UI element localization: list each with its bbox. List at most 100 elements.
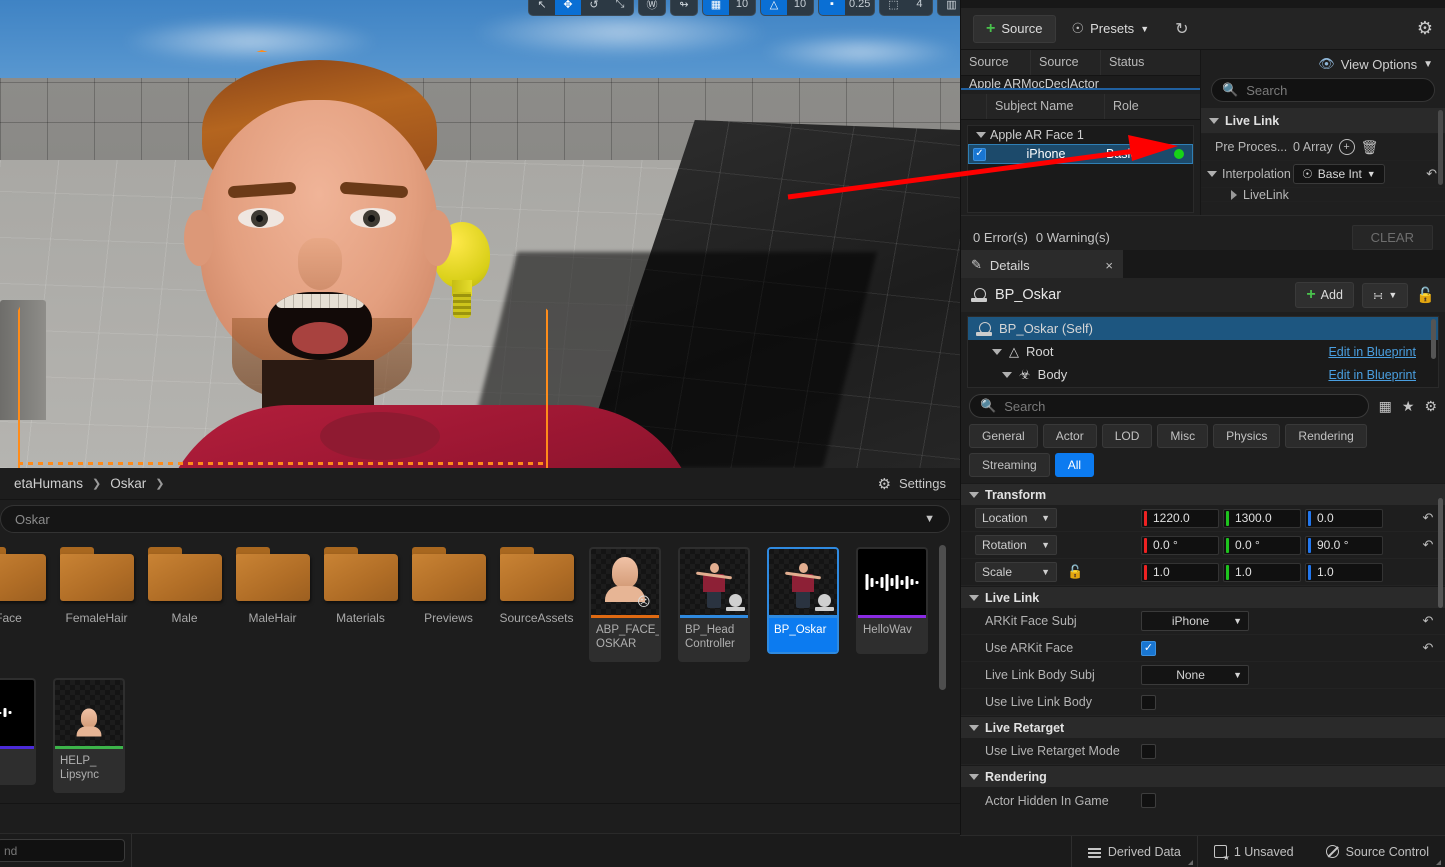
- rotation-z-field[interactable]: 90.0 °: [1305, 535, 1383, 555]
- subject-enabled-checkbox[interactable]: ✓: [973, 147, 986, 161]
- asset-card[interactable]: HELP_ Lipsync: [53, 677, 125, 793]
- viewport-toolbar[interactable]: ↖ ✥ ↺ ⤡ Ⓦ ↬ ▦ 10 △ 10 ▪ 0.25 ⬚ 4 ▥: [528, 0, 960, 16]
- presets-button[interactable]: ☉ Presets ▼: [1070, 15, 1162, 42]
- subject-row-iphone[interactable]: ✓ iPhone Basic: [968, 144, 1193, 164]
- column-view-icon[interactable]: ▦: [1379, 398, 1392, 415]
- angle-snap-icon[interactable]: △: [761, 0, 787, 15]
- filter-all[interactable]: All: [1054, 453, 1095, 477]
- asset-card-selected[interactable]: BP_Oskar: [767, 547, 839, 654]
- world-coords-icon[interactable]: Ⓦ: [639, 0, 665, 15]
- tree-row-root[interactable]: △ Root Edit in Blueprint: [968, 340, 1438, 363]
- details-scrollbar[interactable]: [1438, 498, 1443, 608]
- reset-arrow-icon[interactable]: ↶: [1426, 166, 1437, 182]
- section-transform[interactable]: Transform: [961, 483, 1445, 505]
- chevron-right-icon[interactable]: [1231, 189, 1237, 200]
- location-y-field[interactable]: 1300.0: [1223, 508, 1301, 528]
- move-gizmo-icon[interactable]: ✥: [555, 0, 581, 15]
- camera-speed-icon[interactable]: ⬚: [880, 0, 906, 15]
- asset-card[interactable]: BP_Head Controller: [678, 547, 750, 662]
- layout-icon[interactable]: ▥: [938, 0, 960, 15]
- actor-hidden-checkbox[interactable]: [1141, 793, 1156, 808]
- metahuman-character-actor[interactable]: [150, 60, 700, 468]
- tree-scrollbar[interactable]: [1431, 319, 1436, 359]
- content-browser-settings-button[interactable]: ⚙ Settings: [878, 475, 946, 493]
- content-browser-scrollbar[interactable]: [939, 545, 946, 690]
- interpolation-combo[interactable]: ☉ Base Int ▼: [1293, 164, 1385, 184]
- use-arkit-face-checkbox[interactable]: ✓: [1141, 640, 1156, 656]
- rotation-mode-combo[interactable]: Rotation ▼: [975, 535, 1057, 555]
- tab-details[interactable]: ✎ Details ×: [961, 250, 1123, 278]
- folder-item-femalehair[interactable]: FemaleHair: [53, 541, 140, 625]
- section-live-retarget[interactable]: Live Retarget: [961, 716, 1445, 738]
- use-livelink-body-checkbox[interactable]: [1141, 694, 1156, 710]
- asset-item-hellowav[interactable]: HelloWav: [848, 541, 936, 654]
- scale-z-field[interactable]: 1.0: [1305, 562, 1383, 582]
- location-z-field[interactable]: 0.0: [1305, 508, 1383, 528]
- rotation-y-field[interactable]: 0.0 °: [1223, 535, 1301, 555]
- use-arkit-face-reset-icon[interactable]: ↶: [1411, 640, 1445, 656]
- add-source-button[interactable]: + Source: [973, 14, 1056, 43]
- filter-lod[interactable]: LOD: [1101, 424, 1153, 448]
- source-row[interactable]: Apple ARMocDeclActor: [961, 76, 1200, 90]
- location-mode-combo[interactable]: Location ▼: [975, 508, 1057, 528]
- folder-item-materials[interactable]: Materials: [317, 541, 404, 625]
- tree-row-body[interactable]: ☣ Body Edit in Blueprint: [968, 363, 1438, 386]
- asset-card[interactable]: HelloWav: [856, 547, 928, 654]
- scale-snap-icon[interactable]: ▪: [819, 0, 845, 15]
- select-arrow-icon[interactable]: ↖: [529, 0, 555, 15]
- status-derived-data[interactable]: Derived Data: [1072, 836, 1197, 867]
- asset-card[interactable]: p: [0, 677, 36, 785]
- filter-rendering[interactable]: Rendering: [1285, 424, 1367, 448]
- section-rendering[interactable]: Rendering: [961, 765, 1445, 787]
- folder-item-male[interactable]: Male: [141, 541, 228, 625]
- section-live-link[interactable]: Live Link: [961, 586, 1445, 608]
- gear-icon[interactable]: ⚙: [1417, 18, 1433, 39]
- toolbar-value-3[interactable]: 10: [729, 0, 755, 15]
- arkit-face-reset-icon[interactable]: ↶: [1411, 613, 1445, 629]
- filter-general[interactable]: General: [969, 424, 1038, 448]
- livelink-body-subject-combo[interactable]: None ▼: [1141, 665, 1249, 685]
- status-source-control[interactable]: Source Control: [1310, 836, 1445, 867]
- view-options-button[interactable]: 👁 View Options ▼: [1201, 50, 1445, 78]
- scale-x-field[interactable]: 1.0: [1141, 562, 1219, 582]
- clear-button[interactable]: CLEAR: [1351, 224, 1433, 250]
- details-search-input[interactable]: 🔍 Search: [969, 394, 1369, 418]
- folder-item-sourceassets[interactable]: SourceAssets: [493, 541, 580, 625]
- chevron-down-icon[interactable]: [1002, 371, 1012, 378]
- filter-misc[interactable]: Misc: [1157, 424, 1209, 448]
- filter-actor[interactable]: Actor: [1042, 424, 1097, 448]
- livelink-section-header[interactable]: Live Link: [1201, 108, 1445, 134]
- breadcrumb-item-metahumans[interactable]: etaHumans: [14, 476, 83, 491]
- asset-card[interactable]: ☹ ABP_FACE_ OSKAR: [589, 547, 661, 662]
- breadcrumb-item-oskar[interactable]: Oskar: [110, 476, 146, 491]
- plus-circle-icon[interactable]: +: [1338, 139, 1355, 155]
- surface-snap-icon[interactable]: ↬: [671, 0, 697, 15]
- asset-item-bp-oskar[interactable]: BP_Oskar: [759, 541, 847, 654]
- toolbar-value-4[interactable]: 10: [787, 0, 813, 15]
- grid-snap-icon[interactable]: ▦: [703, 0, 729, 15]
- live-link-scrollbar[interactable]: [1438, 110, 1443, 185]
- folder-item-face[interactable]: Face: [0, 541, 52, 625]
- toolbar-value-6[interactable]: 4: [906, 0, 932, 15]
- unlock-icon[interactable]: 🔓: [1416, 286, 1435, 304]
- rotate-gizmo-icon[interactable]: ↺: [581, 0, 607, 15]
- asset-item-bp-headcontroller[interactable]: BP_Head Controller: [670, 541, 758, 662]
- refresh-icon[interactable]: ↻: [1175, 19, 1188, 39]
- level-viewport[interactable]: ↖ ✥ ↺ ⤡ Ⓦ ↬ ▦ 10 △ 10 ▪ 0.25 ⬚ 4 ▥: [0, 0, 960, 468]
- asset-item-abp-face-oskar[interactable]: ☹ ABP_FACE_ OSKAR: [581, 541, 669, 662]
- settings-gear-icon[interactable]: ⚙: [1424, 398, 1437, 415]
- trash-icon[interactable]: 🗑: [1361, 139, 1379, 156]
- chevron-down-icon[interactable]: [1207, 171, 1217, 177]
- folder-item-malehair[interactable]: MaleHair: [229, 541, 316, 625]
- rotation-x-field[interactable]: 0.0 °: [1141, 535, 1219, 555]
- chevron-down-icon[interactable]: [992, 348, 1002, 355]
- scale-lock-icon[interactable]: 🔓: [1067, 564, 1083, 580]
- arkit-face-subject-combo[interactable]: iPhone ▼: [1141, 611, 1249, 631]
- edit-in-blueprint-link[interactable]: Edit in Blueprint: [1328, 368, 1416, 382]
- status-unsaved[interactable]: 1 Unsaved: [1198, 836, 1310, 867]
- scale-mode-combo[interactable]: Scale ▼: [975, 562, 1057, 582]
- live-link-search-input[interactable]: 🔍 Search: [1211, 78, 1435, 102]
- blueprint-menu-button[interactable]: ∺ ▼: [1361, 282, 1409, 308]
- add-component-button[interactable]: + Add: [1295, 282, 1354, 308]
- folder-item-previews[interactable]: Previews: [405, 541, 492, 625]
